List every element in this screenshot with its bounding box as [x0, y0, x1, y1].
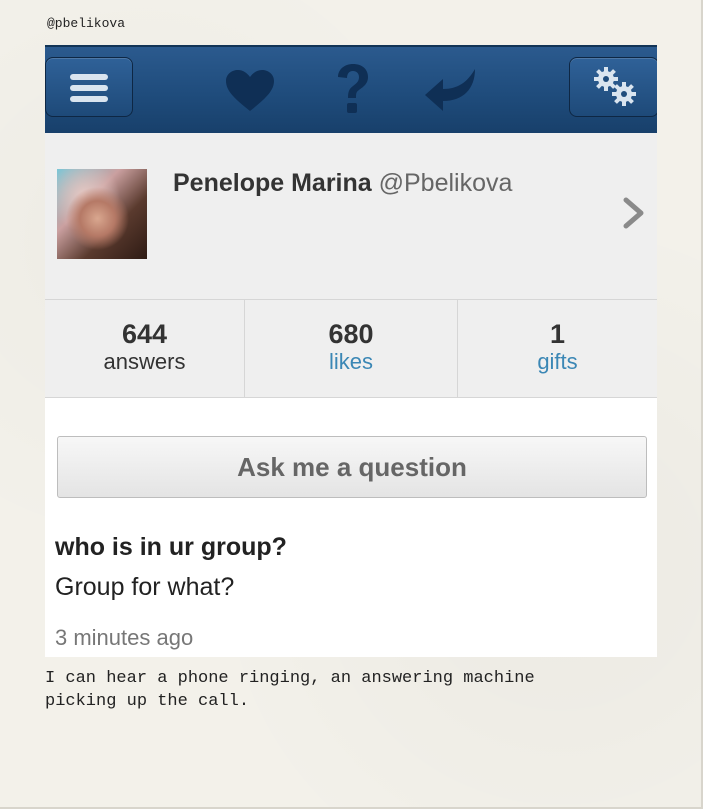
heart-icon[interactable] — [225, 69, 275, 113]
profile-header[interactable]: Penelope Marina @Pbelikova — [45, 133, 657, 300]
gears-icon — [594, 67, 636, 106]
stat-label: gifts — [537, 349, 578, 374]
stat-gifts[interactable]: 1 gifts — [458, 300, 657, 397]
post-question[interactable]: who is in ur group? — [55, 533, 287, 562]
stats-bar: 644 answers 680 likes 1 gifts — [45, 300, 657, 398]
post-timestamp: 3 minutes ago — [55, 625, 194, 650]
stat-likes[interactable]: 680 likes — [245, 300, 458, 397]
profile-username: @Pbelikova — [378, 169, 513, 197]
hamburger-menu-icon — [70, 74, 108, 102]
stat-count: 1 — [549, 319, 566, 349]
ask-question-button[interactable]: Ask me a question — [57, 436, 647, 498]
photo-caption: I can hear a phone ringing, an answering… — [45, 669, 535, 711]
settings-button[interactable] — [569, 57, 657, 117]
stat-label: likes — [328, 349, 373, 374]
stat-count: 680 — [328, 319, 374, 349]
photo-handle: @pbelikova — [47, 16, 126, 31]
app-screen: Penelope Marina @Pbelikova 644 answers 6… — [45, 45, 657, 657]
post-answer: Group for what? — [55, 573, 235, 601]
stat-label: answers — [103, 349, 186, 374]
reply-arrow-icon[interactable] — [423, 67, 477, 113]
profile-name: Penelope Marina — [173, 169, 372, 197]
chevron-right-icon[interactable] — [623, 197, 645, 229]
top-navbar — [45, 45, 657, 135]
question-mark-icon[interactable] — [335, 63, 371, 115]
stat-count: 644 — [121, 319, 168, 349]
menu-button[interactable] — [45, 57, 133, 117]
avatar[interactable] — [57, 169, 147, 259]
profile-name-line: Penelope Marina @Pbelikova — [173, 169, 512, 198]
stat-answers[interactable]: 644 answers — [45, 300, 245, 397]
